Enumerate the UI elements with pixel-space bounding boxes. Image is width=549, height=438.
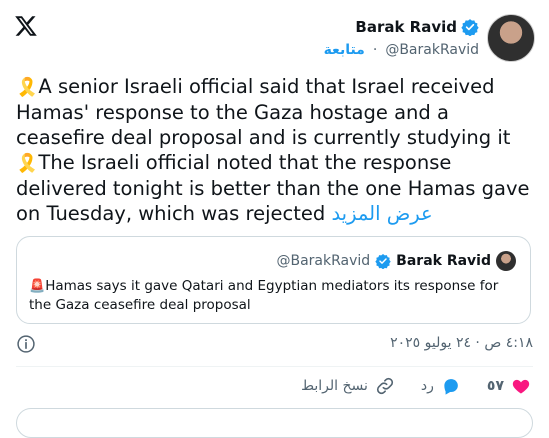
separator-dot: · [372,42,378,58]
verified-badge-icon [375,254,391,269]
reply-bubble-icon [444,379,458,395]
quoted-post-text: 🚨Hamas says it gave Qatari and Egyptian … [29,277,519,315]
link-icon [376,377,393,395]
quoted-author-handle: @BarakRavid [276,253,371,269]
siren-icon: 🚨 [29,279,46,294]
divider [16,366,533,367]
post-line-2: The Israeli official noted that the resp… [16,151,530,225]
heart-icon [512,379,530,394]
avatar[interactable] [487,14,535,62]
quoted-post-header: @BarakRavid Barak Ravid [276,251,516,271]
post-header: Barak Ravid متابعة · @BarakRavid [235,12,535,62]
info-icon[interactable] [16,334,36,354]
like-button[interactable]: ٥٧ [487,376,531,396]
ribbon-icon: 🎗️ [16,153,39,174]
quoted-text: Hamas says it gave Qatari and Egyptian m… [29,278,499,313]
quoted-post[interactable]: @BarakRavid Barak Ravid 🚨Hamas says it g… [16,236,531,324]
ribbon-icon: 🎗️ [16,77,39,98]
quoted-avatar [496,251,516,271]
x-logo-icon[interactable] [14,14,38,38]
author-name[interactable]: Barak Ravid [355,18,457,36]
show-more-link[interactable]: عرض المزيد [331,202,432,225]
post-timestamp[interactable]: ٤:١٨ ص · ٢٤ يوليو ٢٠٢٥ [390,335,533,351]
follow-button[interactable]: متابعة [324,42,365,58]
handle-row: متابعة · @BarakRavid [324,42,479,58]
verified-badge-icon [461,19,479,36]
like-count: ٥٧ [486,378,504,394]
read-replies-box[interactable] [16,408,533,438]
quoted-author-name: Barak Ravid [396,253,491,269]
post-text: 🎗️A senior Israeli official said that Is… [16,74,536,226]
author-handle[interactable]: @BarakRavid [385,42,479,58]
reply-label: رد [420,378,434,394]
copy-link-button[interactable]: نسخ الرابط [301,376,395,396]
copy-link-label: نسخ الرابط [301,378,368,394]
meta-row: ٤:١٨ ص · ٢٤ يوليو ٢٠٢٥ [16,334,533,356]
action-bar: نسخ الرابط رد ٥٧ [301,376,531,396]
reply-button[interactable]: رد [421,376,461,396]
post-line-1: A senior Israeli official said that Isra… [16,75,511,149]
author-name-row: Barak Ravid [355,18,479,36]
